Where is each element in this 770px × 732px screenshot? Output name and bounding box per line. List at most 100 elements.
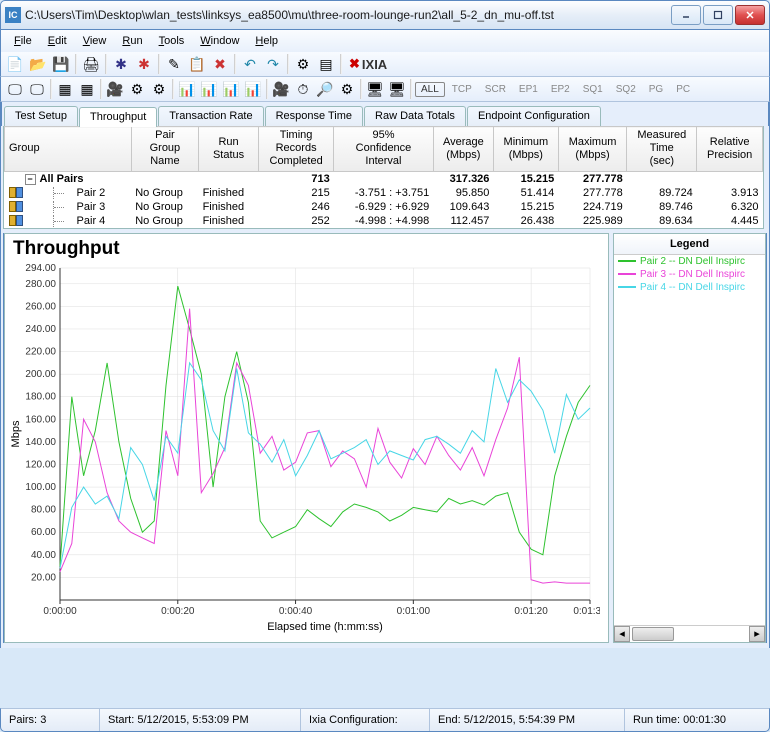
run-icon[interactable]: ✱ bbox=[110, 53, 132, 75]
svg-text:220.00: 220.00 bbox=[25, 346, 56, 357]
throughput-chart[interactable]: 20.0040.0060.0080.00100.00120.00140.0016… bbox=[5, 260, 600, 640]
tab-test-setup[interactable]: Test Setup bbox=[4, 106, 78, 126]
tab-raw-data-totals[interactable]: Raw Data Totals bbox=[364, 106, 466, 126]
legend-label: Pair 3 -- DN Dell Inspirc bbox=[640, 269, 745, 280]
svg-text:240.00: 240.00 bbox=[25, 324, 56, 335]
col-header[interactable]: Maximum(Mbps) bbox=[558, 127, 627, 172]
minimize-button[interactable] bbox=[671, 5, 701, 25]
col-header[interactable]: Minimum(Mbps) bbox=[493, 127, 558, 172]
status-end-value: 5/12/2015, 5:54:39 PM bbox=[464, 714, 575, 726]
new-icon[interactable]: 📄 bbox=[4, 53, 26, 75]
col-header[interactable]: PairGroupName bbox=[131, 127, 198, 172]
undo-icon[interactable]: ↶ bbox=[239, 53, 261, 75]
filter-tag-pg[interactable]: PG bbox=[643, 82, 669, 97]
svg-text:Elapsed time (h:mm:ss): Elapsed time (h:mm:ss) bbox=[267, 621, 383, 633]
t2-icon-3[interactable]: ▦ bbox=[54, 78, 76, 100]
svg-text:120.00: 120.00 bbox=[25, 459, 56, 470]
col-header[interactable]: RelativePrecision bbox=[697, 127, 763, 172]
t2-icon-6[interactable]: ⚙ bbox=[126, 78, 148, 100]
t2-icon-11[interactable]: 📊 bbox=[242, 78, 264, 100]
t2-icon-4[interactable]: ▦ bbox=[76, 78, 98, 100]
menu-run[interactable]: Run bbox=[115, 33, 149, 49]
filter-tag-pc[interactable]: PC bbox=[670, 82, 696, 97]
results-grid[interactable]: GroupPairGroupNameRunStatusTimingRecords… bbox=[4, 126, 763, 228]
legend-swatch bbox=[618, 273, 636, 275]
svg-text:0:00:20: 0:00:20 bbox=[161, 606, 195, 617]
col-header[interactable]: Average(Mbps) bbox=[433, 127, 493, 172]
t2-icon-16[interactable]: 🖥 bbox=[364, 78, 386, 100]
menu-window[interactable]: Window bbox=[193, 33, 246, 49]
menu-file[interactable]: File bbox=[7, 33, 39, 49]
table-row[interactable]: Pair 4 No GroupFinished252-4.998 : +4.99… bbox=[5, 214, 763, 228]
copy-icon[interactable]: 📋 bbox=[186, 53, 208, 75]
app-icon: IC bbox=[5, 7, 21, 23]
filter-tag-sq2[interactable]: SQ2 bbox=[610, 82, 642, 97]
filter-tag-scr[interactable]: SCR bbox=[479, 82, 512, 97]
print-icon[interactable]: 🖨 bbox=[80, 53, 102, 75]
top-tabs: Test SetupThroughputTransaction RateResp… bbox=[1, 102, 769, 126]
svg-text:Mbps: Mbps bbox=[10, 420, 22, 447]
delete-icon[interactable]: ✖ bbox=[209, 53, 231, 75]
maximize-button[interactable] bbox=[703, 5, 733, 25]
scroll-left-icon[interactable]: ◂ bbox=[614, 626, 630, 642]
save-icon[interactable]: 💾 bbox=[50, 53, 72, 75]
filter-tag-tcp[interactable]: TCP bbox=[446, 82, 478, 97]
toolbar-1: 📄 📂 💾 🖨 ✱ ✱ ✎ 📋 ✖ ↶ ↷ ⚙ ▤ ✖IXIA bbox=[0, 52, 770, 77]
t2-icon-17[interactable]: 🖥 bbox=[386, 78, 408, 100]
t2-icon-1[interactable]: 🖵 bbox=[4, 78, 26, 100]
t2-icon-13[interactable]: ⏱ bbox=[292, 78, 314, 100]
col-header[interactable]: MeasuredTime(sec) bbox=[627, 127, 697, 172]
legend-label: Pair 2 -- DN Dell Inspirc bbox=[640, 256, 745, 267]
tab-endpoint-configuration[interactable]: Endpoint Configuration bbox=[467, 106, 601, 126]
status-bar: Pairs: 3 Start: 5/12/2015, 5:53:09 PM Ix… bbox=[0, 708, 770, 732]
col-header[interactable]: RunStatus bbox=[199, 127, 259, 172]
menu-view[interactable]: View bbox=[76, 33, 114, 49]
legend-item[interactable]: Pair 2 -- DN Dell Inspirc bbox=[614, 255, 765, 268]
menu-bar: File Edit View Run Tools Window Help bbox=[0, 30, 770, 52]
table-row[interactable]: Pair 3 No GroupFinished246-6.929 : +6.92… bbox=[5, 200, 763, 214]
edit-icon[interactable]: ✎ bbox=[163, 53, 185, 75]
filter-tag-ep1[interactable]: EP1 bbox=[513, 82, 544, 97]
filter-tag-sq1[interactable]: SQ1 bbox=[577, 82, 609, 97]
tab-throughput[interactable]: Throughput bbox=[79, 107, 157, 127]
t2-icon-9[interactable]: 📊 bbox=[198, 78, 220, 100]
table-row-totals[interactable]: −All Pairs 713317.326 15.215277.778 bbox=[5, 171, 763, 186]
config-icon[interactable]: ⚙ bbox=[292, 53, 314, 75]
tab-response-time[interactable]: Response Time bbox=[265, 106, 363, 126]
status-run-value: 00:01:30 bbox=[683, 714, 726, 726]
svg-text:0:00:40: 0:00:40 bbox=[279, 606, 313, 617]
filter-tag-ep2[interactable]: EP2 bbox=[545, 82, 576, 97]
t2-icon-10[interactable]: 📊 bbox=[220, 78, 242, 100]
scroll-thumb[interactable] bbox=[632, 627, 674, 641]
redo-icon[interactable]: ↷ bbox=[262, 53, 284, 75]
stop-icon[interactable]: ✱ bbox=[133, 53, 155, 75]
svg-text:0:00:00: 0:00:00 bbox=[43, 606, 77, 617]
col-header[interactable]: 95%ConfidenceInterval bbox=[334, 127, 434, 172]
open-icon[interactable]: 📂 bbox=[27, 53, 49, 75]
menu-help[interactable]: Help bbox=[248, 33, 285, 49]
svg-text:140.00: 140.00 bbox=[25, 437, 56, 448]
scroll-right-icon[interactable]: ▸ bbox=[749, 626, 765, 642]
legend-scrollbar[interactable]: ◂ ▸ bbox=[614, 625, 765, 642]
col-header[interactable]: Group bbox=[5, 127, 132, 172]
legend-item[interactable]: Pair 4 -- DN Dell Inspirc bbox=[614, 281, 765, 294]
svg-text:160.00: 160.00 bbox=[25, 414, 56, 425]
t2-icon-7[interactable]: ⚙ bbox=[148, 78, 170, 100]
t2-icon-2[interactable]: 🖵 bbox=[26, 78, 48, 100]
tab-transaction-rate[interactable]: Transaction Rate bbox=[158, 106, 263, 126]
t2-icon-5[interactable]: 🎥 bbox=[104, 78, 126, 100]
filter-tag-all[interactable]: ALL bbox=[415, 82, 445, 97]
collapse-icon[interactable]: − bbox=[25, 174, 36, 185]
menu-tools[interactable]: Tools bbox=[152, 33, 192, 49]
t2-icon-15[interactable]: ⚙ bbox=[336, 78, 358, 100]
col-header[interactable]: TimingRecordsCompleted bbox=[259, 127, 334, 172]
t2-icon-12[interactable]: 🎥 bbox=[270, 78, 292, 100]
t2-icon-14[interactable]: 🔎 bbox=[314, 78, 336, 100]
menu-edit[interactable]: Edit bbox=[41, 33, 74, 49]
table-row[interactable]: Pair 2 No GroupFinished215-3.751 : +3.75… bbox=[5, 186, 763, 200]
legend-item[interactable]: Pair 3 -- DN Dell Inspirc bbox=[614, 268, 765, 281]
layers-icon[interactable]: ▤ bbox=[315, 53, 337, 75]
svg-text:0:01:30: 0:01:30 bbox=[573, 606, 600, 617]
close-button[interactable] bbox=[735, 5, 765, 25]
t2-icon-8[interactable]: 📊 bbox=[176, 78, 198, 100]
